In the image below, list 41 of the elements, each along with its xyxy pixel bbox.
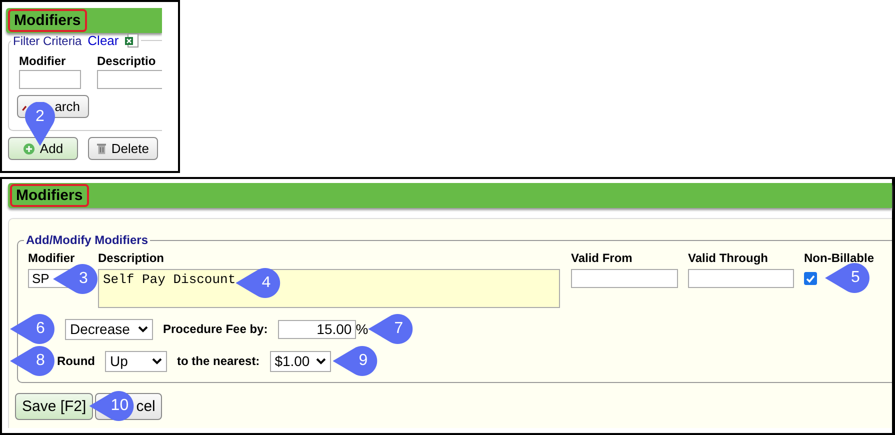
- spreadsheet-icon[interactable]: [124, 33, 139, 48]
- add-button[interactable]: Add: [8, 137, 78, 160]
- description-field[interactable]: Self Pay Discount 4: [98, 269, 560, 308]
- chevron-icon: [316, 358, 326, 364]
- save-button[interactable]: Save [F2]: [15, 392, 94, 420]
- field-label: Non-Billable: [804, 251, 876, 265]
- callout-tooltip: 6: [10, 314, 55, 344]
- unit-label: %: [356, 321, 368, 337]
- date-field[interactable]: [571, 269, 678, 288]
- input-field[interactable]: [97, 70, 162, 89]
- delete-button[interactable]: Delete: [88, 137, 158, 160]
- callout-tooltip: 5: [825, 263, 870, 293]
- section-legend: Add/Modify Modifiers: [24, 233, 150, 247]
- chevron-icon: [152, 358, 162, 364]
- panel-title: Modifiers: [10, 184, 89, 207]
- field-label: Modifier: [28, 251, 76, 265]
- round-dropdown[interactable]: Up: [105, 350, 167, 372]
- date-field[interactable]: [688, 269, 794, 288]
- clear-link[interactable]: Clear: [88, 33, 119, 48]
- panel-title: Modifiers: [8, 9, 87, 32]
- checkbox[interactable]: [804, 272, 817, 285]
- chevron-icon: [138, 326, 148, 332]
- callout-tooltip: 8: [10, 346, 55, 376]
- add-icon: [22, 142, 35, 154]
- adjust-dropdown[interactable]: Decrease: [65, 318, 153, 340]
- field-label: Procedure Fee by:: [163, 322, 268, 336]
- filter-legend: Filter Criteria: [13, 34, 82, 48]
- callout-tooltip: 7: [368, 314, 414, 344]
- field-label: Description: [98, 251, 166, 265]
- fee-field[interactable]: 15.00: [278, 320, 356, 338]
- callout-tooltip: 9: [332, 346, 378, 376]
- field-label: Modifier: [19, 54, 67, 68]
- input-field[interactable]: [19, 70, 81, 89]
- trash-icon: [97, 142, 106, 155]
- field-label: Descriptio: [97, 54, 157, 68]
- field-label: to the nearest:: [177, 354, 260, 368]
- nearest-dropdown[interactable]: $1.00: [270, 350, 331, 372]
- field-label: Valid Through: [688, 251, 769, 265]
- field-label: Valid From: [571, 251, 634, 265]
- callout-tooltip: 4: [236, 268, 281, 298]
- field-label: Round: [57, 354, 95, 368]
